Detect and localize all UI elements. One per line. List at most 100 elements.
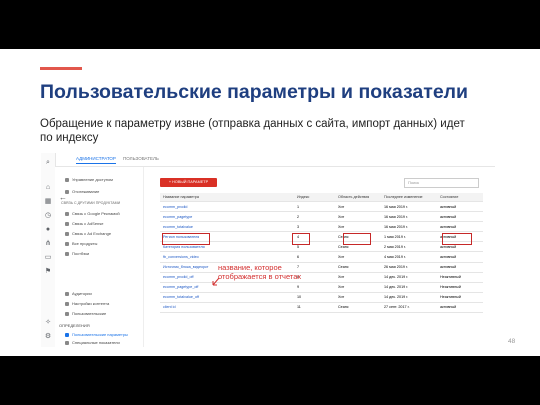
page-number: 48 (508, 338, 516, 345)
menu-item[interactable]: Связь с Google Рекламой (65, 211, 120, 216)
dimension-name[interactable]: client id (160, 302, 294, 314)
flag-icon[interactable]: ⚑ (44, 268, 52, 276)
slide-title: Пользовательские параметры и показатели (40, 81, 469, 103)
icon-rail: ⌕ ⌂ ▦ ◷ ● ⋔ ▭ ⚑ ✧ ⚙ (41, 153, 56, 347)
table-cell: активный (437, 251, 483, 263)
tab-user[interactable]: ПОЛЬЗОВАТЕЛЬ (123, 156, 159, 161)
table-cell: 10 (294, 292, 335, 303)
table-cell: 16 мая 2019 г. (381, 211, 437, 223)
table-cell: Хит (335, 272, 381, 283)
table-row[interactable]: fb_conversions_video 6 Хит 4 мая 2019 г. акт… (160, 251, 483, 263)
home-icon[interactable]: ⌂ (44, 184, 52, 192)
dimensions-table: Название параметра Индекс Область действ… (160, 193, 483, 314)
menu-item[interactable]: Связь с Ad Exchange (65, 231, 111, 236)
table-cell: 26 мая 2019 г. (381, 262, 437, 273)
table-header: Название параметра Индекс Область действ… (160, 193, 483, 202)
tab-admin[interactable]: АДМИНИСТРАТОР (76, 156, 116, 164)
gear-icon[interactable]: ⚙ (44, 333, 52, 341)
search-icon[interactable]: ⌕ (44, 159, 52, 167)
highlight-index (292, 233, 310, 245)
table-cell: 9 (294, 282, 335, 293)
highlight-state (442, 233, 472, 245)
table-cell: активный (437, 211, 483, 223)
admin-tabs: АДМИНИСТРАТОР ПОЛЬЗОВАТЕЛЬ (55, 153, 495, 167)
table-row[interactable]: ecomm_pagetype 2 Хит 16 мая 2019 г. активный (160, 211, 483, 223)
dimensions-panel: + НОВЫЙ ПАРАМЕТР Поиск Название параметр… (149, 171, 489, 343)
menu-item[interactable]: Специальные показатели (65, 340, 120, 345)
table-row[interactable]: ecomm_totalvalue 3 Хит 16 мая 2019 г. активн… (160, 221, 483, 233)
table-cell: активный (437, 221, 483, 233)
table-cell: Неактивный (437, 292, 483, 303)
dimension-name[interactable]: ecomm_totalvalue (160, 221, 294, 233)
analytics-screenshot: ⌕ ⌂ ▦ ◷ ● ⋔ ▭ ⚑ ✧ ⚙ АДМИНИСТРАТОР ПОЛЬЗО… (41, 153, 495, 347)
menu-item-active[interactable]: Пользовательские параметры (65, 332, 128, 337)
reports-icon[interactable]: ▦ (44, 198, 52, 206)
table-cell: 16 мая 2019 г. (381, 201, 437, 213)
menu-item[interactable]: Связь с AdSense (65, 221, 104, 226)
menu-item[interactable]: Пользовательские (65, 311, 106, 316)
slide-subtitle: Обращение к параметру извне (отправка да… (40, 118, 465, 144)
accent-bar (40, 67, 82, 70)
slide: Пользовательские параметры и показатели … (0, 49, 540, 356)
table-cell: 14 дек. 2019 г. (381, 292, 437, 303)
table-cell: 1 (294, 201, 335, 213)
annotation-arrow-icon (212, 277, 220, 286)
col-name: Название параметра (160, 193, 294, 202)
table-cell: Неактивный (437, 282, 483, 293)
highlight-scope (343, 233, 371, 245)
table-cell: Хит (335, 201, 381, 213)
highlight-name (162, 233, 210, 245)
annotation-text: название, которое отображается в отчетах (218, 263, 302, 281)
table-cell: 16 мая 2019 г. (381, 221, 437, 233)
table-row[interactable]: ecomm_pagetype_off 9 Хит 14 дек. 2019 г. Неа… (160, 282, 483, 293)
table-cell: 4 мая 2019 г. (381, 251, 437, 263)
table-cell: Сеанс (335, 302, 381, 314)
table-cell: 14 дек. 2019 г. (381, 272, 437, 283)
new-dimension-button[interactable]: + НОВЫЙ ПАРАМЕТР (160, 178, 217, 187)
table-cell: 11 (294, 302, 335, 314)
table-cell: 6 (294, 251, 335, 263)
table-cell: Хит (335, 251, 381, 263)
table-cell: 2 (294, 211, 335, 223)
table-row[interactable]: ecomm_prodid 1 Хит 16 мая 2019 г. активный (160, 201, 483, 213)
col-scope: Область действия (335, 193, 381, 202)
menu-item[interactable]: Настройки контента (65, 301, 109, 306)
table-cell: активный (437, 262, 483, 273)
dimension-name[interactable]: ecomm_prodid (160, 201, 294, 213)
dimension-name[interactable]: ecomm_totalvalue_off (160, 292, 294, 303)
menu-item[interactable]: Постбэки (65, 251, 89, 256)
table-cell: Хит (335, 211, 381, 223)
admin-menu: ← Управление доступом Отслеживание СВЯЗЬ… (55, 167, 144, 347)
dimension-name[interactable]: ecomm_pagetype (160, 211, 294, 223)
menu-item-label: ОПРЕДЕЛЕНИЯ (59, 323, 90, 328)
table-cell: Хит (335, 282, 381, 293)
behavior-icon[interactable]: ▭ (44, 254, 52, 262)
table-cell: 27 сент. 2017 г. (381, 302, 437, 314)
menu-item[interactable]: Управление доступом (65, 177, 113, 182)
menu-section-label: СВЯЗЬ С ДРУГИМИ ПРОДУКТАМИ (61, 201, 121, 205)
table-cell: 1 мая 2019 г. (381, 231, 437, 243)
dimension-name[interactable]: ecomm_pagetype_off (160, 282, 294, 293)
table-cell: Хит (335, 292, 381, 303)
search-input[interactable]: Поиск (404, 178, 479, 188)
menu-item[interactable]: Аудитории (65, 291, 92, 296)
menu-item[interactable]: Все продукты (65, 241, 97, 246)
table-cell: 14 дек. 2019 г. (381, 282, 437, 293)
table-row[interactable]: client id 11 Сеанс 27 сент. 2017 г. активный (160, 302, 483, 314)
dimension-name[interactable]: fb_conversions_video (160, 251, 294, 263)
menu-item[interactable]: Отслеживание (65, 189, 99, 194)
user-icon[interactable]: ● (44, 226, 52, 234)
acquisition-icon[interactable]: ⋔ (44, 240, 52, 248)
table-cell: 2 мая 2019 г. (381, 241, 437, 253)
col-state: Состояние (437, 193, 483, 202)
clock-icon[interactable]: ◷ (44, 212, 52, 220)
table-cell: активный (437, 201, 483, 213)
bulb-icon[interactable]: ✧ (44, 319, 52, 327)
table-row[interactable]: ecomm_totalvalue_off 10 Хит 14 дек. 2019 г.… (160, 292, 483, 303)
col-index: Индекс (294, 193, 335, 202)
table-cell: 3 (294, 221, 335, 233)
table-cell: Хит (335, 221, 381, 233)
table-cell: Сеанс (335, 262, 381, 273)
table-cell: Неактивный (437, 272, 483, 283)
col-modified: Последнее изменение (381, 193, 437, 202)
